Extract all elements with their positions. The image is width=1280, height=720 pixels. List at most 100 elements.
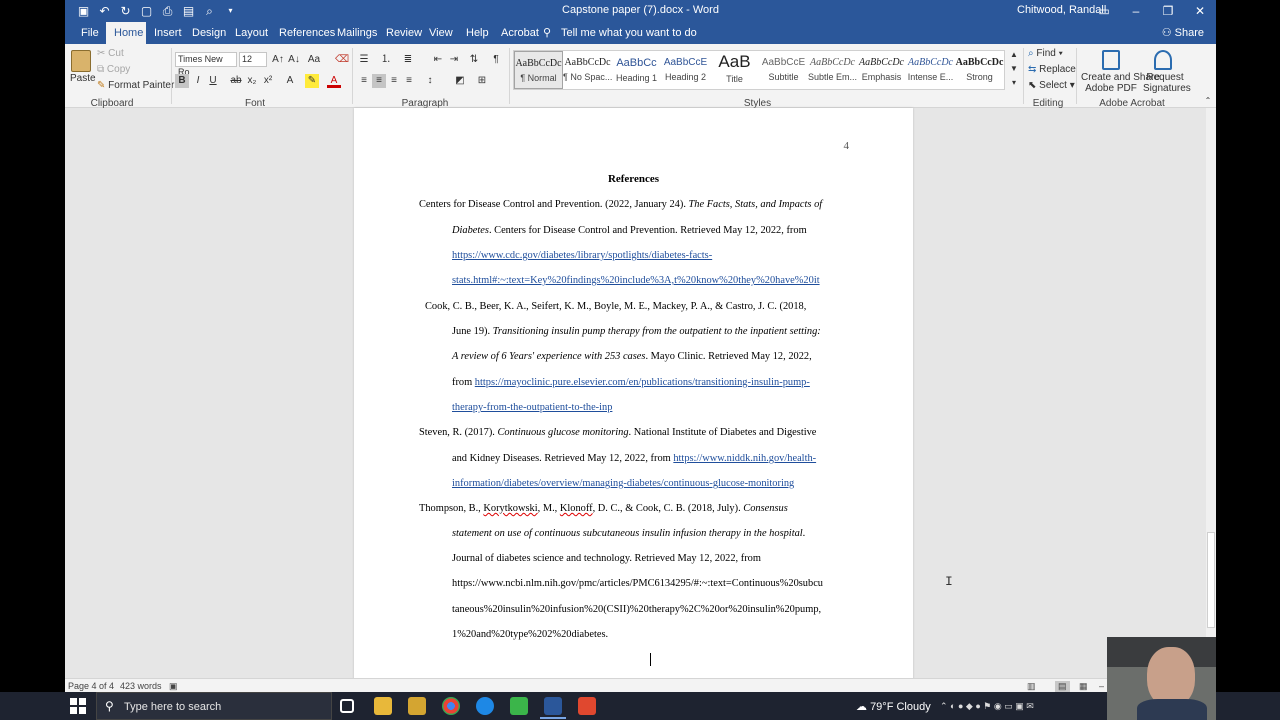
page-count-status[interactable]: Page 4 of 4	[68, 681, 114, 691]
read-mode-icon[interactable]: ▥	[1027, 681, 1036, 692]
styles-scroll-down-icon[interactable]: ▼	[1007, 62, 1021, 76]
style-emphasis[interactable]: AaBbCcDc Emphasis	[857, 51, 906, 89]
style-strong[interactable]: AaBbCcDc Strong	[955, 51, 1004, 89]
font-name-box[interactable]: Times New Ro	[175, 52, 237, 77]
share-button[interactable]: ⚇ Share	[1162, 26, 1204, 39]
multilevel-list-icon[interactable]: ≣	[401, 53, 415, 67]
tab-acrobat[interactable]: Acrobat	[493, 22, 547, 44]
tab-layout[interactable]: Layout	[227, 22, 276, 44]
numbering-icon[interactable]: ⒈	[379, 53, 393, 67]
find-button[interactable]: ⌕ Find ▾	[1028, 48, 1063, 59]
highlight-icon[interactable]: ✎	[305, 74, 319, 88]
paste-icon[interactable]	[71, 50, 91, 72]
underline-icon[interactable]: U	[206, 74, 220, 88]
recorder-icon[interactable]	[578, 697, 596, 715]
increase-indent-icon[interactable]: ⇥	[447, 53, 461, 67]
line-spacing-icon[interactable]: ↕	[423, 74, 437, 88]
hyperlink[interactable]: stats.html#:~:text=Key%20findings%20incl…	[452, 274, 820, 288]
ribbon-display-options-icon[interactable]: ▭	[1088, 0, 1120, 22]
style-no-spacing[interactable]: AaBbCcDc ¶ No Spac...	[563, 51, 612, 89]
document-canvas[interactable]: 4 References Centers for Disease Control…	[65, 108, 1206, 688]
sort-icon[interactable]: ⇅	[467, 53, 481, 67]
collapse-ribbon-icon[interactable]: ⌃	[1201, 94, 1215, 108]
word-count-status[interactable]: 423 words	[120, 681, 162, 691]
minimize-icon[interactable]: –	[1120, 0, 1152, 22]
bold-icon[interactable]: B	[175, 74, 189, 88]
change-case-icon[interactable]: Aa	[307, 53, 321, 67]
bullets-icon[interactable]: ☰	[357, 53, 371, 67]
create-pdf-icon[interactable]	[1102, 50, 1120, 70]
print-layout-icon[interactable]: ▤	[1055, 681, 1070, 692]
style-subtitle[interactable]: AaBbCcE Subtitle	[759, 51, 808, 89]
grow-font-icon[interactable]: A↑	[271, 53, 285, 67]
taskbar-search-box[interactable]: ⚲ Type here to search	[96, 692, 332, 720]
format-painter-button[interactable]: ✎ Format Painter	[97, 80, 174, 91]
restore-icon[interactable]: ❐	[1152, 0, 1184, 22]
paste-button-label[interactable]: Paste	[70, 73, 96, 84]
weather-widget[interactable]: ☁ 79°F Cloudy	[856, 700, 931, 713]
close-icon[interactable]: ✕	[1184, 0, 1216, 22]
show-marks-icon[interactable]: ¶	[489, 53, 503, 67]
zoom-out-icon[interactable]: –	[1099, 681, 1104, 691]
decrease-indent-icon[interactable]: ⇤	[431, 53, 445, 67]
cut-button[interactable]: ✂ Cut	[97, 48, 124, 59]
word-icon[interactable]	[544, 697, 562, 715]
select-button[interactable]: ⬉ Select ▾	[1028, 80, 1075, 91]
vertical-scrollbar[interactable]	[1206, 108, 1216, 678]
tab-help[interactable]: Help	[458, 22, 497, 44]
shrink-font-icon[interactable]: A↓	[287, 53, 301, 67]
style-intense-emphasis[interactable]: AaBbCcDc Intense E...	[906, 51, 955, 89]
windows-start-icon[interactable]	[70, 698, 86, 714]
replace-button[interactable]: ⇆ Replace	[1028, 64, 1076, 75]
misspelled-word[interactable]: Korytkowski	[483, 503, 537, 514]
style-title[interactable]: AaB Title	[710, 51, 759, 89]
document-page[interactable]: 4 References Centers for Disease Control…	[354, 108, 913, 688]
style-subtle-emphasis[interactable]: AaBbCcDc Subtle Em...	[808, 51, 857, 89]
strikethrough-icon[interactable]: ab	[229, 74, 243, 88]
media-app-icon[interactable]	[408, 697, 426, 715]
misspelled-word[interactable]: Klonoff	[560, 503, 593, 514]
clear-formatting-icon[interactable]: ⌫	[335, 53, 349, 67]
proofing-icon[interactable]: ▣	[169, 681, 178, 692]
hyperlink[interactable]: information/diabetes/overview/managing-d…	[452, 477, 794, 491]
file-explorer-icon[interactable]	[374, 697, 392, 715]
hyperlink[interactable]: https://mayoclinic.pure.elsevier.com/en/…	[475, 377, 810, 388]
font-size-box[interactable]: 12	[239, 52, 267, 67]
superscript-icon[interactable]: x²	[261, 74, 275, 88]
borders-icon[interactable]: ⊞	[475, 74, 489, 88]
chrome-icon[interactable]	[442, 697, 460, 715]
italic-icon[interactable]: I	[191, 74, 205, 88]
tell-me-search[interactable]: Tell me what you want to do	[553, 22, 705, 44]
system-tray-icons[interactable]: ⌃ ◐ ● ◆ ● ⚑ ◉ ▭ ▣ ✉	[940, 701, 1034, 712]
web-layout-icon[interactable]: ▦	[1079, 681, 1088, 692]
tab-file[interactable]: File	[73, 22, 107, 44]
styles-scroll-up-icon[interactable]: ▲	[1007, 48, 1021, 62]
tab-mailings[interactable]: Mailings	[329, 22, 385, 44]
style-normal[interactable]: AaBbCcDc ¶ Normal	[514, 51, 563, 89]
hyperlink[interactable]: therapy-from-the-outpatient-to-the-inp	[452, 401, 612, 415]
request-signatures-button[interactable]: Request Signatures	[1143, 72, 1191, 94]
hyperlink[interactable]: https://www.cdc.gov/diabetes/library/spo…	[452, 249, 712, 263]
style-heading-1[interactable]: AaBbCc Heading 1	[612, 51, 661, 89]
hyperlink[interactable]: https://www.niddk.nih.gov/health-	[673, 453, 816, 464]
edge-icon[interactable]	[476, 697, 494, 715]
request-signatures-icon[interactable]	[1154, 50, 1172, 70]
shading-icon[interactable]: ◩	[453, 74, 467, 88]
tab-insert[interactable]: Insert	[146, 22, 190, 44]
camtasia-icon[interactable]	[510, 697, 528, 715]
tab-home[interactable]: Home	[106, 22, 146, 44]
tab-view[interactable]: View	[421, 22, 461, 44]
align-left-icon[interactable]: ≡	[357, 74, 371, 88]
font-color-icon[interactable]: A	[327, 74, 341, 88]
copy-button[interactable]: ⧉ Copy	[97, 64, 130, 75]
create-share-pdf-button[interactable]: Create and Share Adobe PDF	[1081, 72, 1160, 94]
align-right-icon[interactable]: ≡	[387, 74, 401, 88]
styles-more-icon[interactable]: ▾	[1007, 76, 1021, 90]
justify-icon[interactable]: ≡	[402, 74, 416, 88]
align-center-icon[interactable]: ≡	[372, 74, 386, 88]
style-heading-2[interactable]: AaBbCcE Heading 2	[661, 51, 710, 89]
task-view-icon[interactable]	[340, 699, 354, 713]
subscript-icon[interactable]: x₂	[245, 74, 259, 88]
text-effects-icon[interactable]: A	[283, 74, 297, 88]
scrollbar-thumb[interactable]	[1207, 532, 1215, 628]
